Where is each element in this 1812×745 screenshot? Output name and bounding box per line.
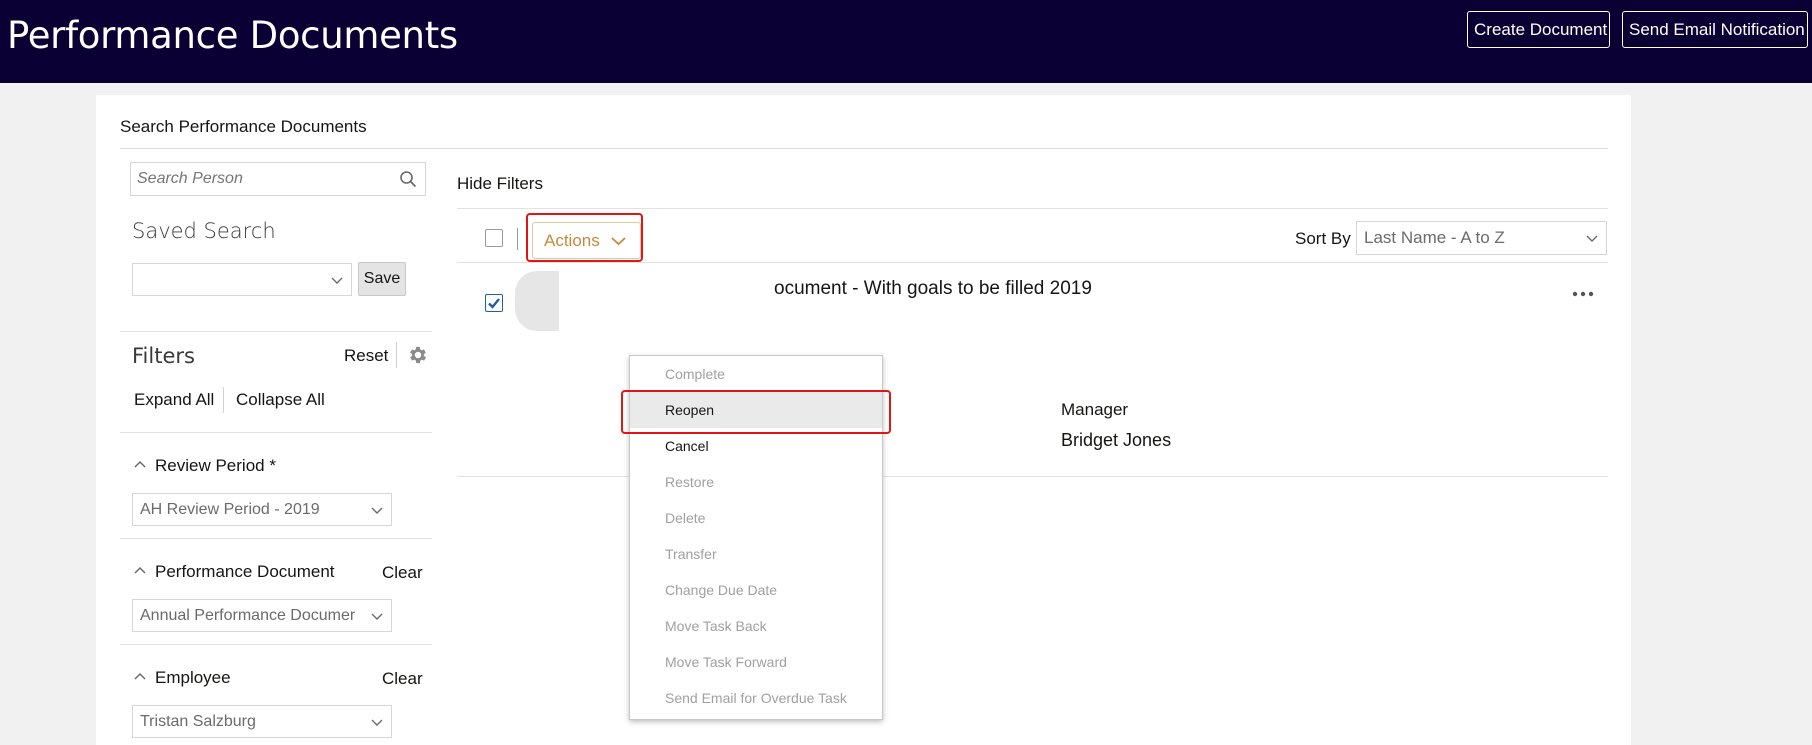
saved-search-label: Saved Search xyxy=(132,219,276,243)
send-email-notification-button[interactable]: Send Email Notification xyxy=(1622,11,1808,48)
divider xyxy=(120,432,432,433)
review-period-value: AH Review Period - 2019 xyxy=(140,501,320,518)
menu-item-transfer[interactable]: Transfer xyxy=(630,536,882,572)
chevron-down-icon xyxy=(371,719,383,726)
reset-link[interactable]: Reset xyxy=(344,346,388,366)
divider xyxy=(457,262,1608,263)
divider xyxy=(396,342,397,368)
review-period-select[interactable]: AH Review Period - 2019 xyxy=(132,493,392,526)
divider xyxy=(120,538,432,539)
highlight-box xyxy=(621,390,891,434)
chevron-down-icon xyxy=(371,507,383,514)
divider xyxy=(120,331,432,332)
search-icon[interactable] xyxy=(399,170,417,188)
document-row-checkbox[interactable] xyxy=(485,294,503,312)
more-options-icon[interactable] xyxy=(1572,291,1594,297)
employee-select[interactable]: Tristan Salzburg xyxy=(132,705,392,738)
divider xyxy=(120,644,432,645)
checkmark-icon xyxy=(488,298,500,309)
save-button[interactable]: Save xyxy=(358,262,406,296)
menu-item-send-email-overdue[interactable]: Send Email for Overdue Task xyxy=(630,680,882,716)
page-title: Performance Documents xyxy=(7,14,458,57)
performance-document-value: Annual Performance Documer xyxy=(140,607,356,624)
search-person-input[interactable] xyxy=(131,163,381,195)
menu-item-move-task-forward[interactable]: Move Task Forward xyxy=(630,644,882,680)
divider xyxy=(517,228,518,250)
manager-label: Manager xyxy=(1061,400,1129,419)
chevron-down-icon xyxy=(1586,235,1598,242)
clear-employee-link[interactable]: Clear xyxy=(382,669,423,689)
saved-search-select[interactable] xyxy=(132,263,352,296)
menu-item-restore[interactable]: Restore xyxy=(630,464,882,500)
manager-name: Bridget Jones xyxy=(1061,430,1172,450)
performance-document-select[interactable]: Annual Performance Documer xyxy=(132,599,392,632)
panel-title: Search Performance Documents xyxy=(120,117,367,136)
sort-by-select[interactable]: Last Name - A to Z xyxy=(1356,221,1607,255)
menu-item-delete[interactable]: Delete xyxy=(630,500,882,536)
collapse-all-link[interactable]: Collapse All xyxy=(236,390,325,410)
create-document-button[interactable]: Create Document xyxy=(1467,11,1610,48)
menu-item-move-task-back[interactable]: Move Task Back xyxy=(630,608,882,644)
filters-label: Filters xyxy=(132,344,195,368)
chevron-down-icon xyxy=(371,613,383,620)
search-person-field[interactable] xyxy=(130,162,426,196)
chevron-up-icon[interactable] xyxy=(134,565,146,575)
menu-item-complete[interactable]: Complete xyxy=(630,356,882,392)
sort-by-label: Sort By xyxy=(1295,229,1351,248)
divider xyxy=(457,208,1608,209)
review-period-label: Review Period * xyxy=(155,456,276,475)
search-panel: Search Performance Documents Saved Searc… xyxy=(96,95,1631,745)
chevron-up-icon[interactable] xyxy=(134,459,146,469)
hide-filters-link[interactable]: Hide Filters xyxy=(457,174,543,194)
clear-performance-document-link[interactable]: Clear xyxy=(382,563,423,583)
chevron-down-icon xyxy=(331,277,343,284)
performance-document-label: Performance Document xyxy=(155,562,335,581)
expand-all-link[interactable]: Expand All xyxy=(134,390,214,410)
chevron-up-icon[interactable] xyxy=(134,671,146,681)
employee-value: Tristan Salzburg xyxy=(140,713,256,730)
avatar xyxy=(515,271,559,331)
select-all-checkbox[interactable] xyxy=(485,229,503,247)
divider xyxy=(223,387,224,413)
top-header: Performance Documents Create Document Se… xyxy=(0,0,1812,83)
document-title[interactable]: ocument - With goals to be filled 2019 xyxy=(774,278,1092,300)
gear-icon[interactable] xyxy=(407,344,429,366)
highlight-box xyxy=(526,213,643,262)
employee-label: Employee xyxy=(155,668,231,687)
sort-by-value: Last Name - A to Z xyxy=(1364,228,1505,247)
divider xyxy=(120,148,1608,149)
menu-item-change-due-date[interactable]: Change Due Date xyxy=(630,572,882,608)
